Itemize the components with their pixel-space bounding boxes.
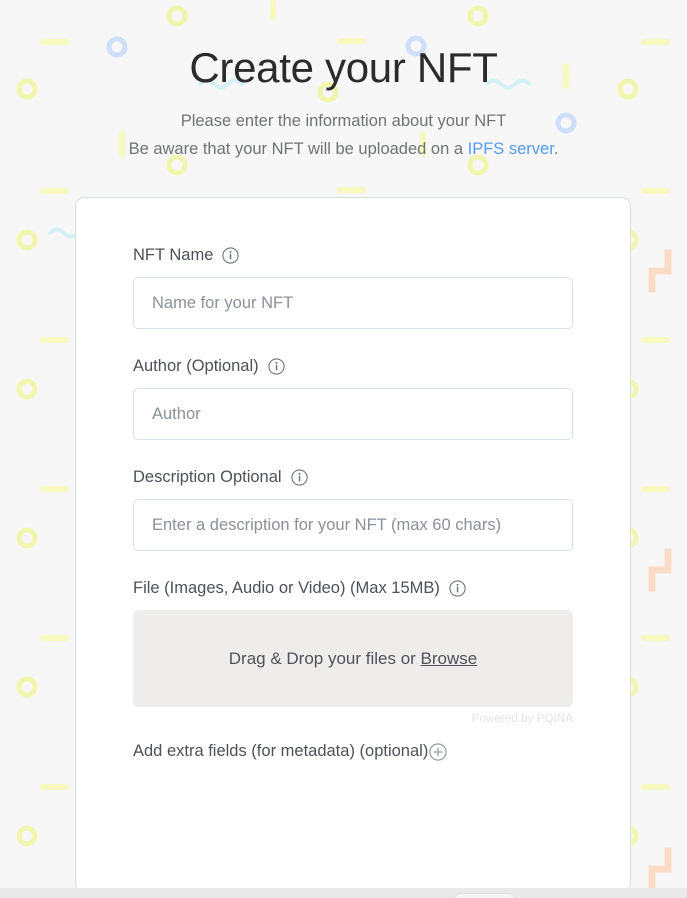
plus-circle-icon[interactable] [429, 742, 447, 761]
page-title: Create your NFT [189, 44, 498, 91]
info-icon[interactable] [222, 247, 240, 264]
nft-name-label: NFT Name [133, 246, 214, 264]
nft-name-label-row: NFT Name [133, 246, 573, 265]
description-label-row: Description Optional [133, 468, 573, 487]
file-label-row: File (Images, Audio or Video) (Max 15MB) [133, 579, 573, 598]
subtitle-line-1: Please enter the information about your … [180, 112, 507, 131]
description-input[interactable] [133, 499, 573, 551]
description-label: Description Optional [133, 468, 282, 486]
browse-link[interactable]: Browse [421, 649, 478, 668]
info-icon[interactable] [268, 358, 285, 375]
field-author: Author (Optional) [133, 357, 573, 440]
page-header: Create your NFT Please enter the informa… [0, 0, 687, 164]
bottom-scroll-bar[interactable] [0, 888, 687, 898]
subtitle-line-2: Be aware that your NFT will be uploaded … [0, 135, 687, 163]
add-extra-fields-button[interactable]: Add extra fields (for metadata) (optiona… [133, 742, 447, 761]
author-label: Author (Optional) [133, 357, 259, 375]
dropzone-prompt: Drag & Drop your files or [228, 648, 421, 668]
powered-by-label: Powered by PQINA [471, 713, 573, 725]
nft-name-input[interactable] [133, 277, 573, 329]
author-label-row: Author (Optional) [133, 357, 573, 376]
dropzone-text: Drag & Drop your files or Browse [229, 649, 477, 669]
file-label: File (Images, Audio or Video) (Max 15MB) [133, 579, 440, 597]
nft-form-card: NFT Name Author (Optional) [75, 197, 631, 892]
field-nft-name: NFT Name [133, 246, 573, 329]
field-file-upload: File (Images, Audio or Video) (Max 15MB)… [133, 579, 573, 725]
page-root: Create your NFT Please enter the informa… [0, 0, 687, 898]
author-input[interactable] [133, 388, 573, 440]
subtitle-line-2-prefix: Be aware that your NFT will be uploaded … [128, 140, 468, 159]
info-icon[interactable] [449, 580, 466, 597]
ipfs-server-link[interactable]: IPFS server [468, 140, 554, 158]
file-dropzone[interactable]: Drag & Drop your files or Browse [133, 610, 573, 707]
info-icon[interactable] [290, 469, 308, 486]
page-subtitle: Please enter the information about your … [0, 107, 687, 164]
subtitle-line-2-suffix: . [553, 140, 559, 159]
add-extra-fields-label: Add extra fields (for metadata) (optiona… [133, 742, 429, 760]
bottom-partial-button[interactable] [455, 893, 515, 898]
field-description: Description Optional [133, 468, 573, 551]
